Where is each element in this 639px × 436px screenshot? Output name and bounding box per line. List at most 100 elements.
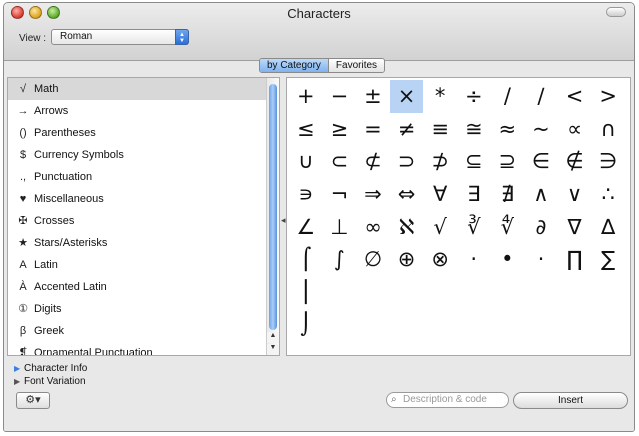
view-select[interactable]: Roman ▲ ▼	[51, 29, 189, 45]
character-cell[interactable]: ⇒	[356, 178, 390, 211]
character-cell[interactable]: ℵ	[390, 210, 424, 243]
character-cell[interactable]: ·	[457, 243, 491, 276]
view-label: View :	[19, 33, 47, 44]
character-cell[interactable]: ⊄	[356, 145, 390, 178]
category-item-parentheses[interactable]: () Parentheses	[8, 122, 279, 144]
character-cell[interactable]: ~	[524, 113, 558, 146]
character-cell[interactable]: •	[491, 243, 525, 276]
character-cell[interactable]: /	[491, 80, 525, 113]
character-cell[interactable]: ∩	[591, 113, 625, 146]
character-cell	[423, 276, 457, 309]
character-cell[interactable]: ∪	[289, 145, 323, 178]
character-cell[interactable]: ⋅	[524, 243, 558, 276]
character-cell[interactable]: ∍	[289, 178, 323, 211]
character-cell[interactable]: ∠	[289, 210, 323, 243]
character-cell[interactable]: ∑	[591, 243, 625, 276]
character-cell[interactable]: ⇔	[390, 178, 424, 211]
character-cell[interactable]: ∜	[491, 210, 525, 243]
character-cell[interactable]: <	[558, 80, 592, 113]
character-cell[interactable]: >	[591, 80, 625, 113]
character-info-toggle[interactable]: ▶ Character Info	[14, 363, 87, 374]
character-cell[interactable]: ∉	[558, 145, 592, 178]
character-cell[interactable]: ⊅	[423, 145, 457, 178]
toolbar-toggle-button[interactable]	[606, 7, 626, 17]
font-variation-toggle[interactable]: ▶ Font Variation	[14, 376, 86, 387]
character-cell[interactable]: −	[323, 80, 357, 113]
category-item-ornamental-punctuation[interactable]: ❡ Ornamental Punctuation	[8, 342, 279, 355]
character-cell[interactable]: √	[423, 210, 457, 243]
category-item-latin[interactable]: A Latin	[8, 254, 279, 276]
category-label: Digits	[34, 303, 62, 315]
character-cell[interactable]: ≈	[491, 113, 525, 146]
character-cell[interactable]: ∅	[356, 243, 390, 276]
character-cell[interactable]: ≅	[457, 113, 491, 146]
character-cell[interactable]: ∀	[423, 178, 457, 211]
character-info-label: Character Info	[24, 363, 88, 374]
gear-menu-button[interactable]: ⚙▾	[16, 392, 50, 409]
character-cell[interactable]: ≡	[423, 113, 457, 146]
scroll-down-icon[interactable]: ▼	[267, 344, 279, 355]
character-cell[interactable]: ⊗	[423, 243, 457, 276]
category-item-crosses[interactable]: ✠ Crosses	[8, 210, 279, 232]
character-cell[interactable]: ∆	[591, 210, 625, 243]
character-cell[interactable]: ∈	[524, 145, 558, 178]
character-cell[interactable]: ≥	[323, 113, 357, 146]
category-icon: ①	[18, 303, 28, 315]
character-cell[interactable]: ¬	[323, 178, 357, 211]
disclosure-triangle-icon: ▶	[14, 377, 21, 386]
category-item-arrows[interactable]: → Arrows	[8, 100, 279, 122]
character-cell[interactable]: ∧	[524, 178, 558, 211]
category-item-miscellaneous[interactable]: ♥ Miscellaneous	[8, 188, 279, 210]
character-cell[interactable]: ÷	[457, 80, 491, 113]
category-scrollbar[interactable]: ▲ ▼	[266, 78, 279, 355]
character-cell[interactable]: ⌡	[289, 308, 323, 341]
character-cell[interactable]: ∨	[558, 178, 592, 211]
character-cell[interactable]: ∄	[491, 178, 525, 211]
gear-icon: ⚙▾	[25, 394, 41, 406]
character-cell[interactable]: ⊃	[390, 145, 424, 178]
character-cell[interactable]: ∕	[524, 80, 558, 113]
character-cell[interactable]: ∇	[558, 210, 592, 243]
character-cell[interactable]: +	[289, 80, 323, 113]
character-cell[interactable]: ≤	[289, 113, 323, 146]
character-cell[interactable]: ≠	[390, 113, 424, 146]
character-cell[interactable]: *	[423, 80, 457, 113]
category-item-punctuation[interactable]: ., Punctuation	[8, 166, 279, 188]
character-cell	[524, 276, 558, 309]
character-cell[interactable]: ∋	[591, 145, 625, 178]
splitter-handle-icon[interactable]: ◂	[281, 215, 286, 226]
character-cell[interactable]: ∴	[591, 178, 625, 211]
tab-favorites[interactable]: Favorites	[328, 59, 385, 72]
character-cell[interactable]: ⊆	[457, 145, 491, 178]
character-cell[interactable]: ∛	[457, 210, 491, 243]
category-item-currency-symbols[interactable]: $ Currency Symbols	[8, 144, 279, 166]
character-cell[interactable]: ×	[389, 80, 424, 113]
category-item-greek[interactable]: β Greek	[8, 320, 279, 342]
tab-by-category[interactable]: by Category	[260, 59, 329, 72]
insert-button[interactable]: Insert	[513, 392, 628, 409]
category-item-stars-asterisks[interactable]: ★ Stars/Asterisks	[8, 232, 279, 254]
character-cell[interactable]: ⊇	[491, 145, 525, 178]
scroll-up-icon[interactable]: ▲	[267, 332, 279, 343]
character-cell[interactable]: ∂	[524, 210, 558, 243]
view-selected-value: Roman	[60, 31, 93, 42]
category-item-digits[interactable]: ① Digits	[8, 298, 279, 320]
character-cell	[323, 276, 357, 309]
character-cell[interactable]: ⊕	[390, 243, 424, 276]
category-item-accented-latin[interactable]: À Accented Latin	[8, 276, 279, 298]
character-cell[interactable]: ∃	[457, 178, 491, 211]
category-item-math[interactable]: √ Math	[8, 78, 279, 100]
scrollbar-thumb[interactable]	[269, 84, 277, 330]
character-cell[interactable]: ∞	[356, 210, 390, 243]
character-cell[interactable]: ∏	[558, 243, 592, 276]
character-cell[interactable]: ⊥	[323, 210, 357, 243]
character-cell[interactable]: ⊂	[323, 145, 357, 178]
character-cell[interactable]: ⌠	[289, 243, 323, 276]
category-icon: ✠	[18, 215, 28, 227]
character-cell[interactable]: =	[356, 113, 390, 146]
character-cell[interactable]: ⎮	[289, 276, 323, 309]
search-input[interactable]: ⌕ Description & code	[386, 392, 509, 408]
character-cell[interactable]: ∫	[323, 243, 357, 276]
character-cell[interactable]: ±	[356, 80, 390, 113]
character-cell[interactable]: ∝	[558, 113, 592, 146]
